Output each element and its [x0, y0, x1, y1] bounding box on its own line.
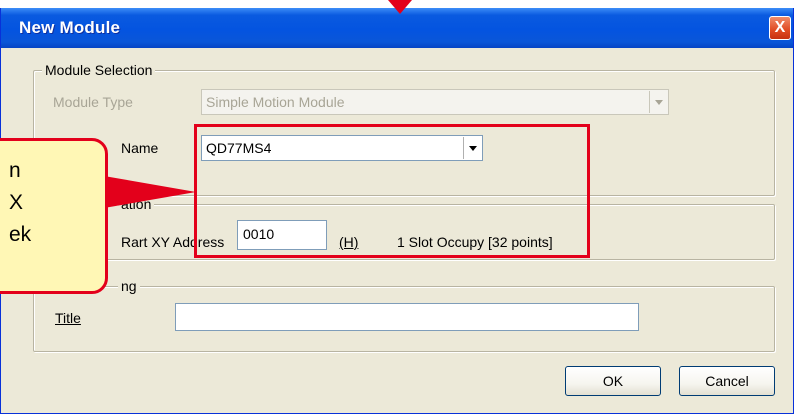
close-icon: X	[774, 19, 786, 36]
callout-pointer-arrow-icon	[104, 176, 196, 208]
cancel-button[interactable]: Cancel	[679, 366, 775, 396]
callout-pointer-shape	[104, 176, 196, 208]
callout-line-1: n	[9, 159, 21, 182]
ok-button[interactable]: OK	[565, 366, 661, 396]
module-type-label: Module Type	[53, 94, 133, 110]
window-title: New Module	[19, 18, 121, 37]
module-selection-legend: Module Selection	[42, 62, 156, 78]
screenshot-stage: New Module X Module Selection Module Typ…	[0, 0, 798, 414]
pointer-arrow-icon	[388, 0, 412, 14]
title-input[interactable]	[175, 303, 639, 331]
annotation-callout: n X ek	[0, 138, 108, 294]
module-type-select: Simple Motion Module	[201, 89, 669, 115]
chevron-down-icon	[649, 91, 667, 113]
title-setting-legend: ng	[118, 278, 140, 294]
title-label: Title	[55, 310, 81, 326]
callout-line-3: ek	[9, 223, 32, 246]
module-type-value: Simple Motion Module	[206, 94, 345, 110]
close-button[interactable]: X	[769, 16, 791, 40]
highlight-frame	[194, 124, 590, 258]
module-name-label: Name	[121, 140, 159, 156]
title-bar[interactable]: New Module X	[1, 8, 793, 48]
callout-line-2: X	[9, 191, 24, 214]
